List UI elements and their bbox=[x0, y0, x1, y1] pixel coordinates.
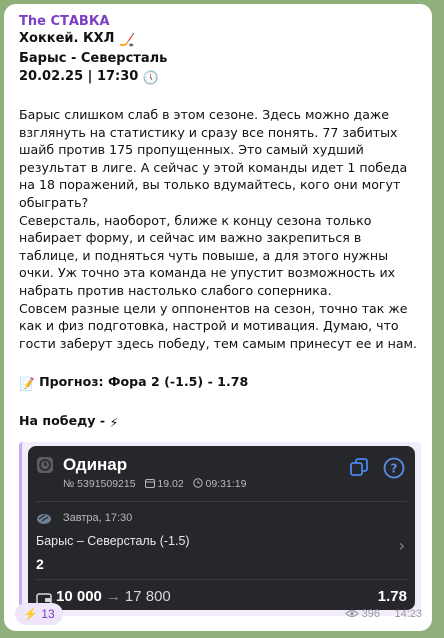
clock-emoji-icon: 🕔 bbox=[142, 71, 160, 86]
svg-text:?: ? bbox=[391, 462, 398, 476]
event-bet-value: 2 bbox=[36, 556, 44, 573]
post-match-line: Барыс - Северсталь bbox=[19, 51, 168, 66]
post-league-line: Хоккей. КХЛ 🏒 bbox=[19, 30, 418, 50]
help-icon[interactable]: ? bbox=[383, 457, 405, 479]
event-name: Барыс – Северсталь (-1.5) bbox=[36, 534, 190, 549]
forecast-line: 📝 Прогноз: Фора 2 (-1.5) - 1.78 bbox=[19, 373, 418, 393]
forecast-text: Прогноз: Фора 2 (-1.5) - 1.78 bbox=[39, 374, 249, 390]
bet-date: 19.02 bbox=[157, 478, 184, 491]
bet-number: № 5391509215 bbox=[63, 478, 136, 491]
channel-name[interactable]: The СТАВКА bbox=[19, 14, 418, 30]
message-time: 14:23 bbox=[394, 608, 422, 620]
reaction-count: 13 bbox=[41, 607, 55, 621]
paragraph: Совсем разные цели у оппонентов на сезон… bbox=[19, 300, 418, 351]
views-number: 396 bbox=[361, 608, 380, 620]
paragraph: Барыс слишком слаб в этом сезоне. Здесь … bbox=[19, 107, 408, 210]
win-line: На победу - ⚡ bbox=[19, 412, 418, 432]
clock-icon bbox=[37, 457, 53, 474]
hockey-stick-icon: 🏒 bbox=[118, 33, 136, 48]
time-icon bbox=[192, 478, 203, 489]
memo-icon: 📝 bbox=[19, 376, 35, 392]
link-preview[interactable]: Одинар № 5391509215 19.02 09:31:19 ? Зав… bbox=[19, 442, 421, 617]
post-body: Барыс слишком слаб в этом сезоне. Здесь … bbox=[19, 106, 418, 352]
message-bubble: The СТАВКА Хоккей. КХЛ 🏒 Барыс - Северст… bbox=[4, 4, 432, 631]
bet-type-title: Одинар bbox=[63, 455, 128, 475]
bet-meta: № 5391509215 19.02 09:31:19 bbox=[63, 478, 252, 490]
post-date-line: 20.02.25 | 17:30 🕔 bbox=[19, 68, 418, 88]
card-divider bbox=[36, 579, 407, 581]
win-label: На победу - bbox=[19, 413, 106, 429]
message-footer: ⚡ 13 396 14:23 bbox=[15, 603, 424, 627]
bet-time: 09:31:19 bbox=[205, 478, 247, 491]
event-date: Завтра, 17:30 bbox=[63, 512, 133, 525]
league-text: Хоккей. КХЛ bbox=[19, 31, 115, 46]
eye-icon bbox=[344, 609, 359, 618]
card-divider bbox=[36, 501, 407, 503]
reaction-button[interactable]: ⚡ 13 bbox=[15, 603, 63, 625]
bet-slip-card[interactable]: Одинар № 5391509215 19.02 09:31:19 ? Зав… bbox=[28, 446, 415, 611]
calendar-icon bbox=[144, 479, 155, 489]
copy-icon[interactable] bbox=[349, 457, 369, 477]
date-text: 20.02.25 | 17:30 bbox=[19, 69, 139, 84]
reaction-emoji: ⚡ bbox=[23, 607, 38, 621]
puck-icon bbox=[37, 514, 51, 525]
chevron-right-icon[interactable]: › bbox=[399, 536, 405, 555]
view-count: 396 bbox=[344, 608, 380, 620]
lightning-icon: ⚡ bbox=[109, 415, 119, 431]
paragraph: Северсталь, наоборот, ближе к концу сезо… bbox=[19, 212, 396, 298]
